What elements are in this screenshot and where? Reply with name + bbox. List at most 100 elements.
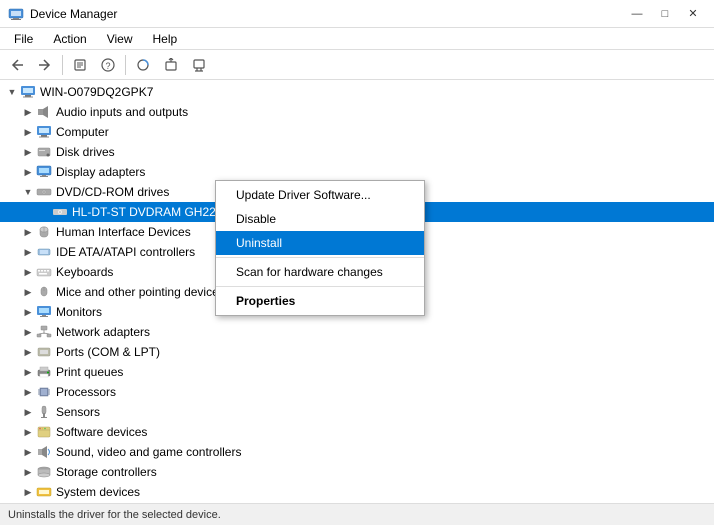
computer-sm-icon [36,124,52,140]
network-icon [36,324,52,340]
ports-icon [36,344,52,360]
menu-action[interactable]: Action [43,30,96,48]
back-button[interactable] [4,53,30,77]
tree-item-network[interactable]: ▶ Network adapters [0,322,714,342]
ide-icon [36,244,52,260]
drive-icon [52,204,68,220]
ctx-disable-label: Disable [236,212,276,226]
forward-button[interactable] [32,53,58,77]
tree-item-audio[interactable]: ▶ Audio inputs and outputs [0,102,714,122]
storage-label: Storage controllers [56,465,157,479]
audio-icon [36,104,52,120]
scan-button[interactable] [130,53,156,77]
processors-label: Processors [56,385,116,399]
expander-disk[interactable]: ▶ [20,144,36,160]
maximize-button[interactable]: □ [652,4,678,24]
expander-display[interactable]: ▶ [20,164,36,180]
help-button[interactable]: ? [95,53,121,77]
expander-software[interactable]: ▶ [20,424,36,440]
software-icon [36,424,52,440]
toolbar: ? [0,50,714,80]
tree-item-processors[interactable]: ▶ Processors [0,382,714,402]
update-button[interactable] [158,53,184,77]
audio-label: Audio inputs and outputs [56,105,188,119]
sensor-icon [36,404,52,420]
expander-storage[interactable]: ▶ [20,464,36,480]
mouse-icon [36,284,52,300]
tree-item-software[interactable]: ▶ Software devices [0,422,714,442]
ctx-properties-label: Properties [236,294,295,308]
expander-hid[interactable]: ▶ [20,224,36,240]
display-icon [36,164,52,180]
minimize-button[interactable]: — [624,4,650,24]
expander-root[interactable]: ▼ [4,84,20,100]
hid-icon [36,224,52,240]
tree-item-ports[interactable]: ▶ Ports (COM & LPT) [0,342,714,362]
dvd-icon [36,184,52,200]
expander-audio[interactable]: ▶ [20,104,36,120]
tree-item-disk[interactable]: ▶ Disk drives [0,142,714,162]
toolbar-sep-2 [125,55,126,75]
close-button[interactable]: ✕ [680,4,706,24]
ctx-update-driver[interactable]: Update Driver Software... [216,183,424,207]
dvd-drive-label: HL-DT-ST DVDRAM GH22NS [72,205,232,219]
app-icon [8,6,24,22]
uninstall-button[interactable] [186,53,212,77]
computer-label: Computer [56,125,109,139]
expander-ide[interactable]: ▶ [20,244,36,260]
sensors-label: Sensors [56,405,100,419]
expander-dvd-drive [36,204,52,220]
tree-item-display[interactable]: ▶ Display adapters [0,162,714,182]
status-bar: Uninstalls the driver for the selected d… [0,503,714,525]
processor-icon [36,384,52,400]
disk-label: Disk drives [56,145,115,159]
expander-print[interactable]: ▶ [20,364,36,380]
ctx-properties[interactable]: Properties [216,289,424,313]
tree-item-computer[interactable]: ▶ Computer [0,122,714,142]
expander-mice[interactable]: ▶ [20,284,36,300]
sound-icon [36,444,52,460]
tree-item-storage[interactable]: ▶ Storage controllers [0,462,714,482]
menu-file[interactable]: File [4,30,43,48]
software-label: Software devices [56,425,147,439]
monitor-icon [36,304,52,320]
expander-network[interactable]: ▶ [20,324,36,340]
tree-item-print[interactable]: ▶ Print queues [0,362,714,382]
context-menu: Update Driver Software... Disable Uninst… [215,180,425,316]
expander-keyboards[interactable]: ▶ [20,264,36,280]
tree-item-sensors[interactable]: ▶ Sensors [0,402,714,422]
menu-view[interactable]: View [97,30,143,48]
expander-system[interactable]: ▶ [20,484,36,500]
computer-icon [20,84,36,100]
expander-processors[interactable]: ▶ [20,384,36,400]
status-text: Uninstalls the driver for the selected d… [8,509,221,521]
storage-icon [36,464,52,480]
expander-sound[interactable]: ▶ [20,444,36,460]
monitors-label: Monitors [56,305,102,319]
menu-help[interactable]: Help [143,30,188,48]
mice-label: Mice and other pointing devices [56,285,225,299]
menu-bar: File Action View Help [0,28,714,50]
expander-sensors[interactable]: ▶ [20,404,36,420]
sound-label: Sound, video and game controllers [56,445,241,459]
tree-item-system[interactable]: ▶ System devices [0,482,714,502]
system-icon [36,484,52,500]
ctx-scan[interactable]: Scan for hardware changes [216,260,424,284]
ctx-scan-label: Scan for hardware changes [236,265,383,279]
root-label: WIN-O079DQ2GPK7 [40,85,153,99]
toolbar-sep-1 [62,55,63,75]
tree-item-root[interactable]: ▼ WIN-O079DQ2GPK7 [0,82,714,102]
tree-item-sound[interactable]: ▶ Sound, video and game controllers [0,442,714,462]
ctx-disable[interactable]: Disable [216,207,424,231]
expander-ports[interactable]: ▶ [20,344,36,360]
tree-item-usb[interactable]: ▶ Universal Serial Bus controllers [0,502,714,503]
expander-monitors[interactable]: ▶ [20,304,36,320]
ctx-uninstall[interactable]: Uninstall [216,231,424,255]
window-controls: — □ ✕ [624,4,706,24]
keyboard-icon [36,264,52,280]
properties-button[interactable] [67,53,93,77]
expander-computer[interactable]: ▶ [20,124,36,140]
system-label: System devices [56,485,140,499]
ctx-sep-1 [216,257,424,258]
expander-dvd[interactable]: ▼ [20,184,36,200]
